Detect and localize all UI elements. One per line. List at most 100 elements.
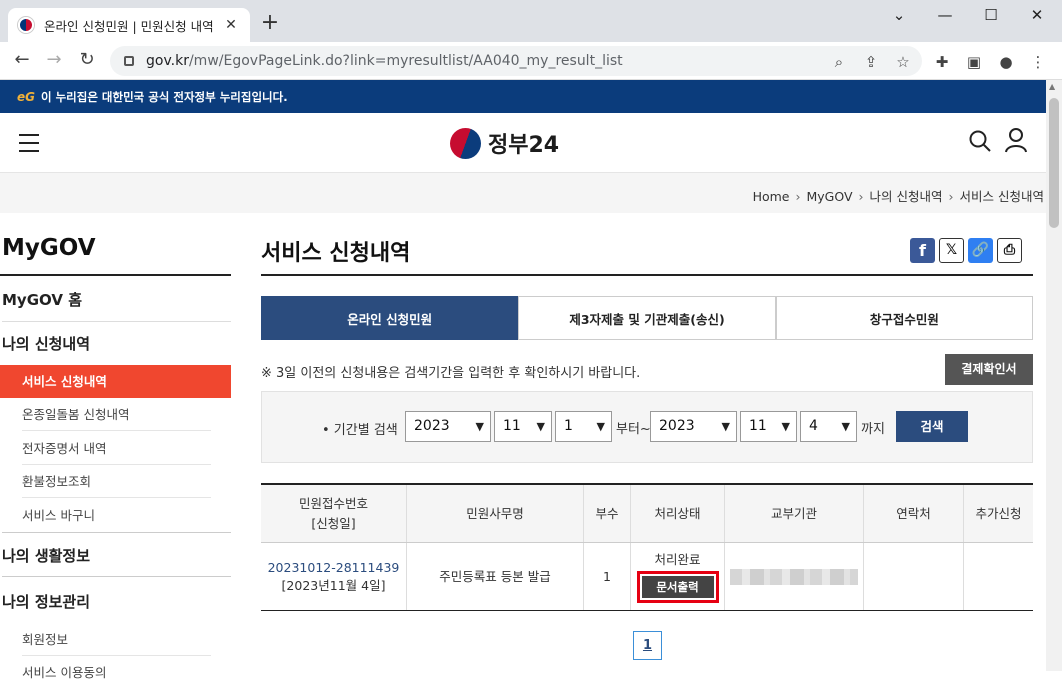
official-site-banner: eG 이 누리집은 대한민국 공식 전자정부 누리집입니다.	[0, 80, 1046, 113]
browser-tab-strip: 온라인 신청민원 | 민원신청 내역 ✕ + ⌄ — ☐ ✕	[0, 0, 1062, 42]
cell-agency	[725, 543, 864, 610]
cell-status: 처리완료 문서출력	[631, 543, 725, 610]
period-search-filter: • 기간별 검색 2023 ▼ 11 ▼ 1 ▼ 부터~ 2023 ▼ 11 ▼ 4 ▼ 까…	[261, 391, 1033, 463]
browser-tab[interactable]: 온라인 신청민원 | 민원신청 내역 ✕	[8, 8, 250, 42]
gov24-logo[interactable]: 정부24	[450, 127, 559, 159]
hamburger-menu-icon[interactable]	[19, 134, 39, 152]
chevron-down-icon: ▼	[781, 420, 790, 433]
address-bar: ← → ↻ gov.kr/mw/EgovPageLink.do?link=myr…	[0, 42, 1062, 80]
chevron-down-icon: ▼	[475, 420, 484, 433]
sidebar-item-service-basket[interactable]: 서비스 바구니	[22, 499, 211, 532]
col-status: 처리상태	[631, 485, 725, 542]
profile-avatar-icon[interactable]: ●	[996, 53, 1016, 71]
chevron-down-icon: ▼	[536, 420, 545, 433]
tab-online-applications[interactable]: 온라인 신청민원	[261, 296, 519, 340]
tab-third-party-submission[interactable]: 제3자제출 및 기관제출(송신)	[518, 296, 776, 340]
page-title: 서비스 신청내역	[261, 241, 411, 266]
chevron-down-icon: ▼	[596, 420, 605, 433]
payment-receipt-button[interactable]: 결제확인서	[945, 354, 1033, 385]
from-text: 부터~	[616, 422, 651, 437]
logo-text: 정부24	[488, 133, 560, 158]
breadcrumb: Home › MyGOV › 나의 신청내역 › 서비스 신청내역	[752, 189, 1044, 204]
new-tab-icon[interactable]: +	[258, 10, 282, 35]
taegeuk-favicon-icon	[18, 17, 34, 33]
filter-label: • 기간별 검색	[322, 423, 398, 438]
menu-kebab-icon[interactable]: ⋮	[1028, 53, 1048, 71]
sidebar-item-service-applications[interactable]: 서비스 신청내역	[0, 365, 231, 398]
egov-logo-icon: eG	[17, 89, 35, 104]
to-month-select[interactable]: 11 ▼	[740, 411, 797, 442]
breadcrumb-service-applications[interactable]: 서비스 신청내역	[960, 189, 1044, 204]
to-day-select[interactable]: 4 ▼	[800, 411, 857, 442]
sidebar-item-member-info[interactable]: 회원정보	[22, 623, 211, 656]
status-text: 처리완료	[654, 551, 701, 567]
application-date: [2023년11월 4일]	[281, 577, 386, 593]
col-copies: 부수	[584, 485, 631, 542]
sidebar-section-info-management[interactable]: 나의 정보관리	[2, 576, 231, 622]
cell-receipt-no: 20231012-28111439 [2023년11월 4일]	[261, 543, 407, 610]
sidebar-item-allday-care[interactable]: 온종일돌봄 신청내역	[22, 398, 211, 431]
col-agency: 교부기관	[725, 485, 864, 542]
receipt-number-link[interactable]: 20231012-28111439	[268, 559, 400, 577]
col-contact: 연락처	[864, 485, 964, 542]
back-icon[interactable]: ←	[10, 49, 34, 70]
facebook-share-icon[interactable]: f	[910, 238, 935, 263]
tab-search-icon[interactable]: ⌄	[876, 4, 922, 26]
from-day-select[interactable]: 1 ▼	[555, 411, 612, 442]
to-year-select[interactable]: 2023 ▼	[650, 411, 737, 442]
search-button[interactable]: 검색	[896, 411, 968, 442]
to-text: 까지	[861, 422, 885, 437]
scroll-up-icon: ▲	[1049, 82, 1056, 91]
maximize-icon[interactable]: ☐	[968, 4, 1014, 26]
sidebar-section-life-info[interactable]: 나의 생활정보	[2, 532, 231, 575]
search-icon[interactable]	[968, 129, 992, 153]
notice-text: ※ 3일 이전의 신청내용은 검색기간을 입력한 후 확인하시기 바랍니다.	[261, 366, 641, 381]
table-row: 20231012-28111439 [2023년11월 4일] 주민등록표 등본…	[261, 543, 1033, 610]
page-scrollbar[interactable]: ▲	[1046, 80, 1062, 671]
minimize-icon[interactable]: —	[922, 4, 968, 26]
print-icon[interactable]: ⎙	[997, 238, 1022, 263]
side-panel-icon[interactable]: ▣	[964, 53, 984, 71]
sidebar-item-refund-info[interactable]: 환불정보조회	[22, 465, 211, 498]
cell-additional	[964, 543, 1033, 610]
table-header: 민원접수번호 [신청일] 민원사무명 부수 처리상태 교부기관 연락처 추가신청	[261, 485, 1033, 543]
application-tabs: 온라인 신청민원 제3자제출 및 기관제출(송신) 창구접수민원	[261, 296, 1033, 340]
reload-icon[interactable]: ↻	[75, 49, 99, 70]
zoom-search-icon[interactable]: ⌕	[829, 53, 849, 71]
chevron-down-icon: ▼	[721, 420, 730, 433]
link-copy-icon[interactable]: 🔗	[968, 238, 993, 263]
lock-icon	[124, 56, 134, 66]
pagination-page-1[interactable]: 1	[633, 631, 662, 660]
sidebar-item-mygov-home[interactable]: MyGOV 홈	[2, 289, 231, 322]
sidebar-title: MyGOV	[2, 235, 96, 261]
share-icon[interactable]: ⇪	[861, 53, 881, 71]
from-month-select[interactable]: 11 ▼	[494, 411, 552, 442]
close-window-icon[interactable]: ✕	[1014, 4, 1060, 26]
url-field[interactable]: gov.kr/mw/EgovPageLink.do?link=myresultl…	[110, 46, 922, 76]
taegeuk-logo-icon	[450, 127, 481, 159]
tab-close-icon[interactable]: ✕	[222, 17, 240, 33]
from-year-select[interactable]: 2023 ▼	[405, 411, 491, 442]
url-path: /mw/EgovPageLink.do?link=myresultlist/AA…	[188, 53, 623, 69]
col-service-name: 민원사무명	[407, 485, 584, 542]
document-print-button[interactable]: 문서출력	[641, 575, 714, 598]
breadcrumb-bar: Home › MyGOV › 나의 신청내역 › 서비스 신청내역	[0, 173, 1046, 213]
bookmark-star-icon[interactable]: ☆	[893, 53, 913, 71]
user-icon[interactable]	[1004, 127, 1028, 153]
sidebar-item-e-certificates[interactable]: 전자증명서 내역	[22, 432, 211, 465]
breadcrumb-mygov[interactable]: MyGOV	[806, 189, 852, 204]
x-share-icon[interactable]: 𝕏	[939, 238, 964, 263]
breadcrumb-my-applications[interactable]: 나의 신청내역	[870, 189, 943, 204]
print-highlight: 문서출력	[636, 570, 719, 603]
sidebar-item-service-consent[interactable]: 서비스 이용동의	[22, 656, 211, 689]
applications-table: 민원접수번호 [신청일] 민원사무명 부수 처리상태 교부기관 연락처 추가신청…	[261, 483, 1033, 611]
redacted-agency	[730, 568, 858, 585]
scrollbar-thumb[interactable]	[1049, 98, 1059, 228]
banner-text: 이 누리집은 대한민국 공식 전자정부 누리집입니다.	[41, 89, 288, 104]
tab-counter-applications[interactable]: 창구접수민원	[775, 296, 1033, 340]
sidebar-section-my-applications[interactable]: 나의 신청내역	[2, 333, 231, 354]
chevron-down-icon: ▼	[841, 420, 850, 433]
forward-icon[interactable]: →	[42, 49, 66, 70]
extensions-icon[interactable]: ✚	[932, 53, 952, 71]
breadcrumb-home[interactable]: Home	[753, 189, 790, 204]
